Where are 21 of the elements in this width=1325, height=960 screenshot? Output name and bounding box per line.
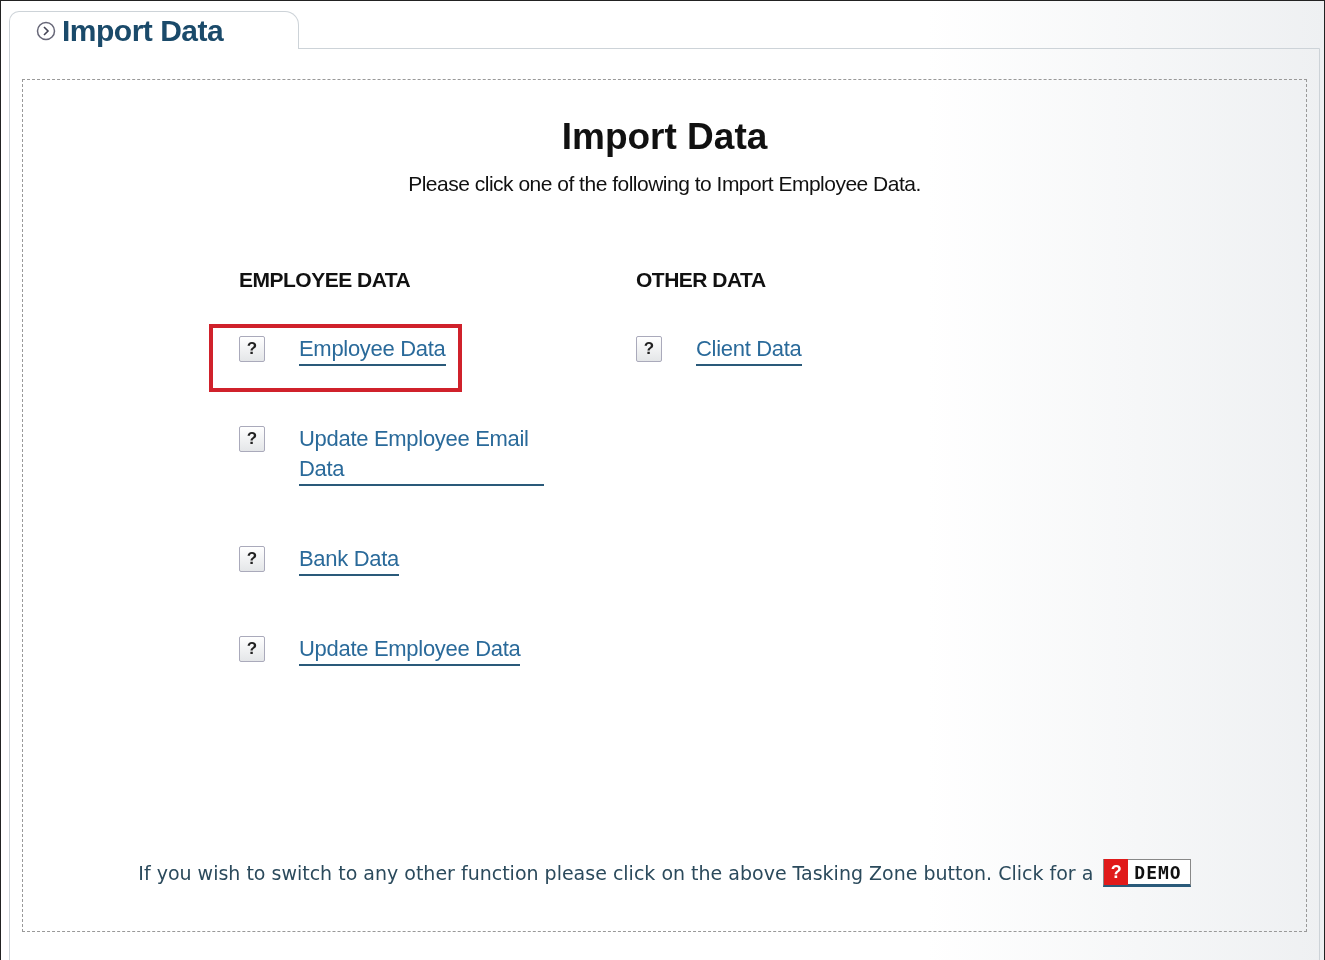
page-heading: Import Data <box>561 116 768 158</box>
help-button[interactable]: ? <box>239 636 265 662</box>
tab-title: Import Data <box>62 13 224 48</box>
help-icon: ? <box>1104 859 1129 885</box>
help-button[interactable]: ? <box>239 546 265 572</box>
section-title: EMPLOYEE DATA <box>239 268 412 292</box>
import-link[interactable]: Client Data <box>696 334 802 366</box>
footer-text: If you wish to switch to any other function please click on the above Tasking Zone button. Click for a <box>138 862 1094 884</box>
import-link[interactable]: Update Employee Data <box>299 634 521 666</box>
help-button[interactable]: ? <box>239 426 265 452</box>
page-tab[interactable]: Import Data <box>9 11 299 49</box>
demo-label: DEMO <box>1134 861 1182 883</box>
instructions-text: Please click one of the following to Import Employee Data. <box>408 172 921 196</box>
import-link[interactable]: Update Employee Email Data <box>299 424 544 486</box>
help-button[interactable]: ? <box>239 336 265 362</box>
import-link[interactable]: Employee Data <box>299 334 446 366</box>
import-link[interactable]: Bank Data <box>299 544 400 576</box>
help-button[interactable]: ? <box>636 336 662 362</box>
chevron-circle-icon <box>36 20 56 41</box>
demo-button[interactable]: ? DEMO <box>1103 859 1191 887</box>
section-title: OTHER DATA <box>636 268 767 292</box>
